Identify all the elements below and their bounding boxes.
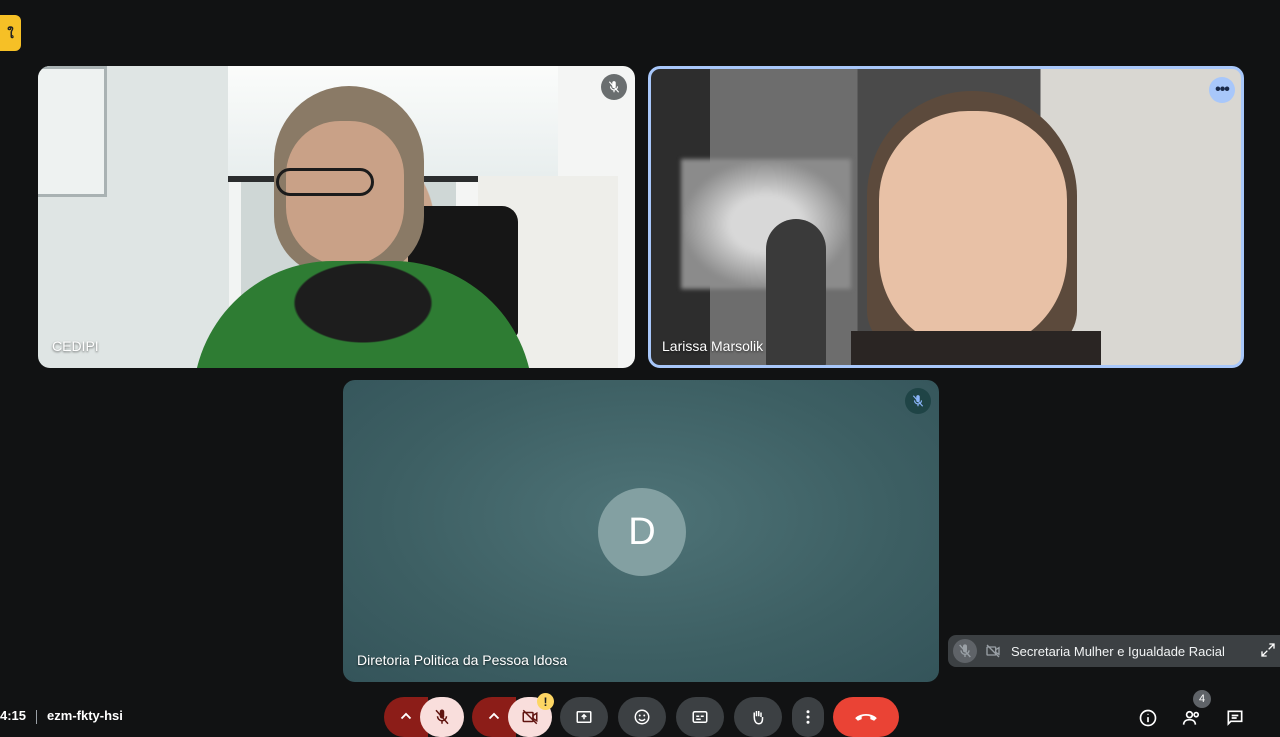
recording-badge-glyph: ใ	[7, 25, 14, 41]
participant-glasses	[276, 168, 374, 196]
participant-tile-larissa[interactable]: ••• Larissa Marsolik	[648, 66, 1244, 368]
avatar: D	[598, 488, 686, 576]
meeting-code: ezm-fkty-hsi	[47, 708, 123, 723]
participant-name: CEDIPI	[52, 338, 99, 354]
warning-icon: !	[537, 693, 554, 710]
mic-off-icon	[953, 639, 977, 663]
floating-participant-tile[interactable]: Secretaria Mulher e Igualdade Racial	[948, 635, 1280, 667]
chat-button[interactable]	[1225, 708, 1245, 728]
mic-off-icon	[905, 388, 931, 414]
participant-count-badge: 4	[1193, 690, 1211, 708]
captions-icon	[692, 711, 708, 723]
end-call-button[interactable]	[833, 697, 899, 737]
expand-icon[interactable]	[1260, 642, 1276, 658]
participant-name: Larissa Marsolik	[662, 338, 764, 354]
captions-button[interactable]	[676, 697, 724, 737]
participant-name: Diretoria Politica da Pessoa Idosa	[357, 652, 568, 668]
hand-icon	[753, 711, 764, 725]
meeting-time: 4:15	[0, 708, 27, 723]
divider	[36, 709, 38, 724]
more-vert-icon	[806, 710, 810, 724]
chevron-up-icon	[400, 712, 412, 720]
whiteboard-background	[38, 66, 107, 197]
people-icon	[1182, 710, 1200, 725]
camera-off-icon	[522, 709, 538, 725]
reactions-button[interactable]	[618, 697, 666, 737]
camera-off-icon	[985, 643, 1001, 659]
emoji-icon	[634, 709, 650, 725]
recording-badge-icon[interactable]: ใ	[0, 15, 21, 51]
participant-tile-diretoria[interactable]: D Diretoria Politica da Pessoa Idosa	[343, 380, 939, 682]
present-button[interactable]	[560, 697, 608, 737]
participant-face	[879, 111, 1067, 351]
info-icon	[1139, 709, 1157, 727]
background-person	[766, 219, 826, 365]
participant-name: Secretaria Mulher e Igualdade Racial	[1011, 643, 1225, 659]
mic-off-icon	[435, 709, 449, 725]
mic-off-icon	[601, 74, 627, 100]
info-button[interactable]	[1138, 708, 1158, 728]
phone-hangup-icon	[855, 714, 877, 721]
mic-toggle-button[interactable]	[420, 697, 464, 737]
participant-tile-cedipi[interactable]: CEDIPI	[38, 66, 635, 368]
people-button[interactable]	[1182, 708, 1202, 728]
meeting-info: 4:15 ezm-fkty-hsi	[0, 708, 123, 724]
raise-hand-button[interactable]	[734, 697, 782, 737]
chevron-up-icon	[488, 712, 500, 720]
more-options-icon[interactable]: •••	[1209, 77, 1235, 103]
participant-body	[851, 331, 1101, 365]
chat-icon	[1227, 710, 1243, 726]
more-options-button[interactable]	[792, 697, 824, 737]
present-screen-icon	[576, 711, 592, 723]
